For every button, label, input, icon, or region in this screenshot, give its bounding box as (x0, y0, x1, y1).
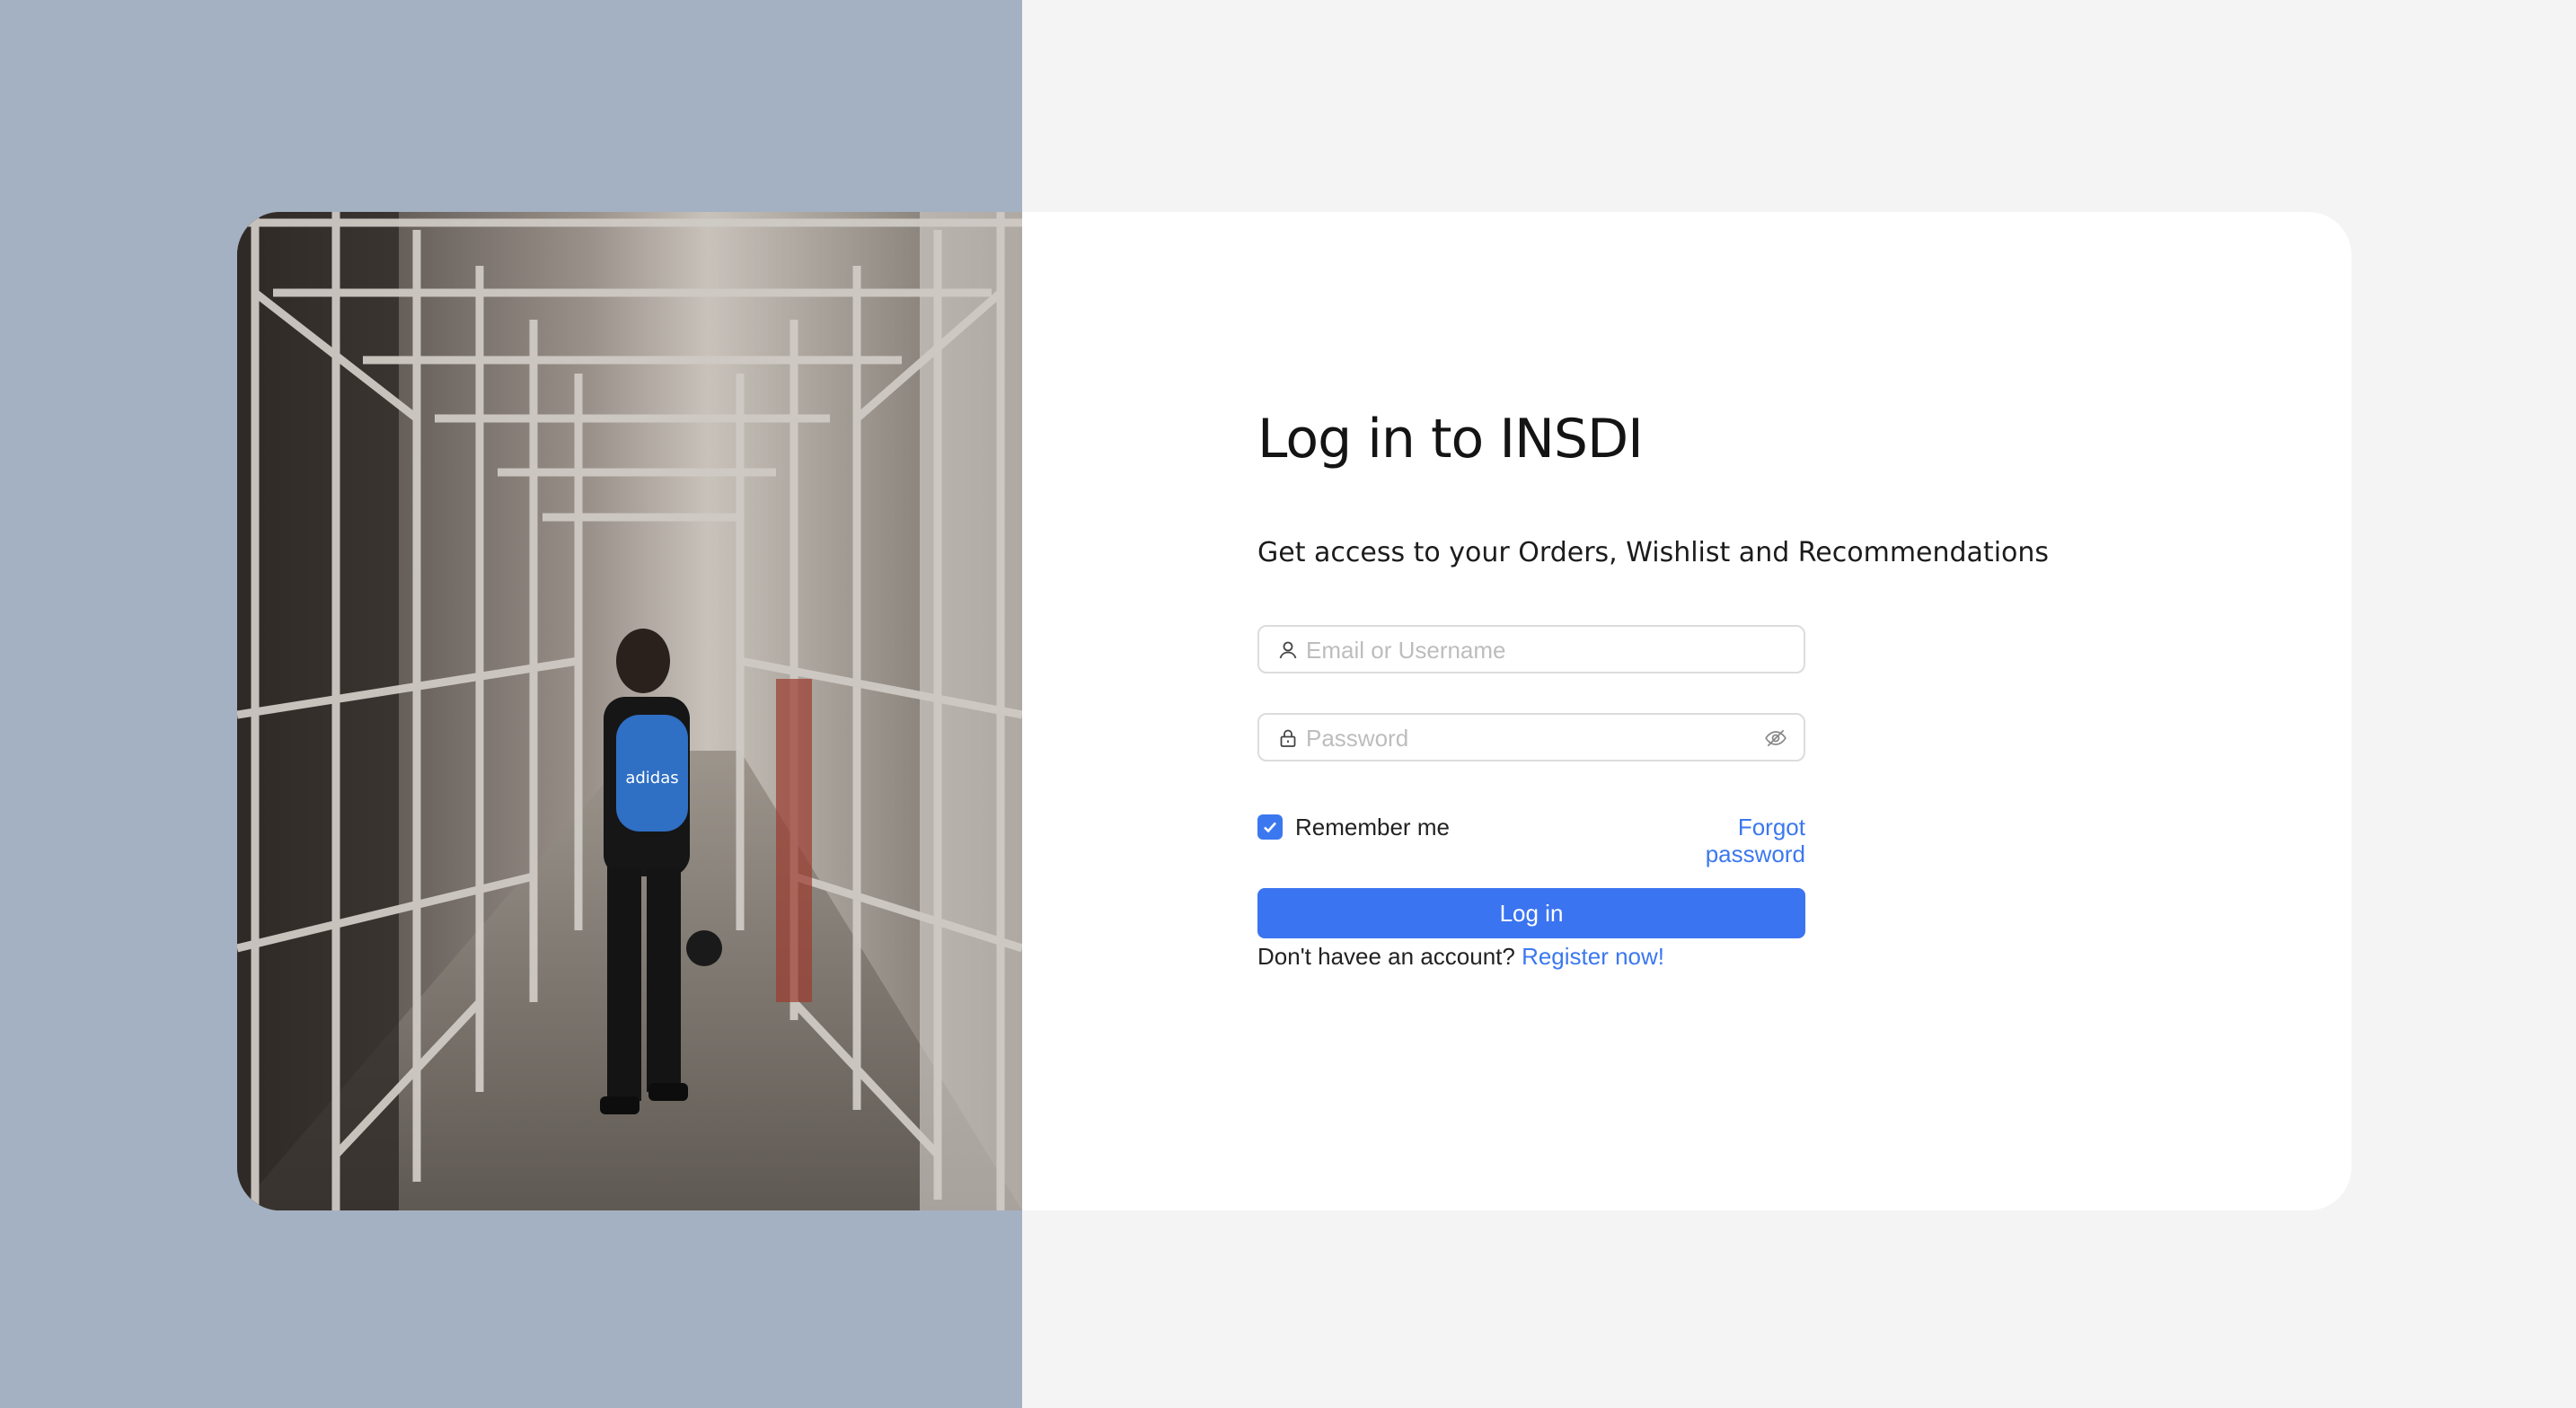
checkmark-icon (1264, 822, 1276, 833)
username-input[interactable] (1304, 634, 1739, 666)
register-prompt: Don't havee an account? Register now! (1257, 943, 1664, 971)
lock-icon (1277, 727, 1299, 749)
page-subtitle: Get access to your Orders, Wishlist and … (1257, 537, 2050, 568)
page-title: Log in to INSDI (1257, 408, 1644, 471)
remember-checkbox[interactable] (1257, 814, 1283, 840)
register-link[interactable]: Register now! (1522, 943, 1664, 970)
user-icon (1277, 639, 1299, 661)
eye-slash-icon[interactable] (1764, 726, 1787, 750)
password-field[interactable] (1257, 713, 1805, 761)
login-button[interactable]: Log in (1257, 888, 1805, 938)
forgot-password-link[interactable]: Forgot password (1644, 814, 1805, 867)
password-input[interactable] (1304, 722, 1739, 754)
svg-text:adidas: adidas (625, 769, 678, 788)
register-prompt-text: Don't havee an account? (1257, 943, 1522, 970)
login-form: Log in to INSDI Get access to your Order… (1257, 212, 2156, 1210)
remember-me[interactable]: Remember me (1257, 814, 1450, 840)
hero-image: adidas (237, 212, 1022, 1210)
remember-label: Remember me (1295, 813, 1450, 840)
login-card: adidas Log in to INSDI Get access to you… (237, 212, 2351, 1210)
username-field[interactable] (1257, 625, 1805, 673)
